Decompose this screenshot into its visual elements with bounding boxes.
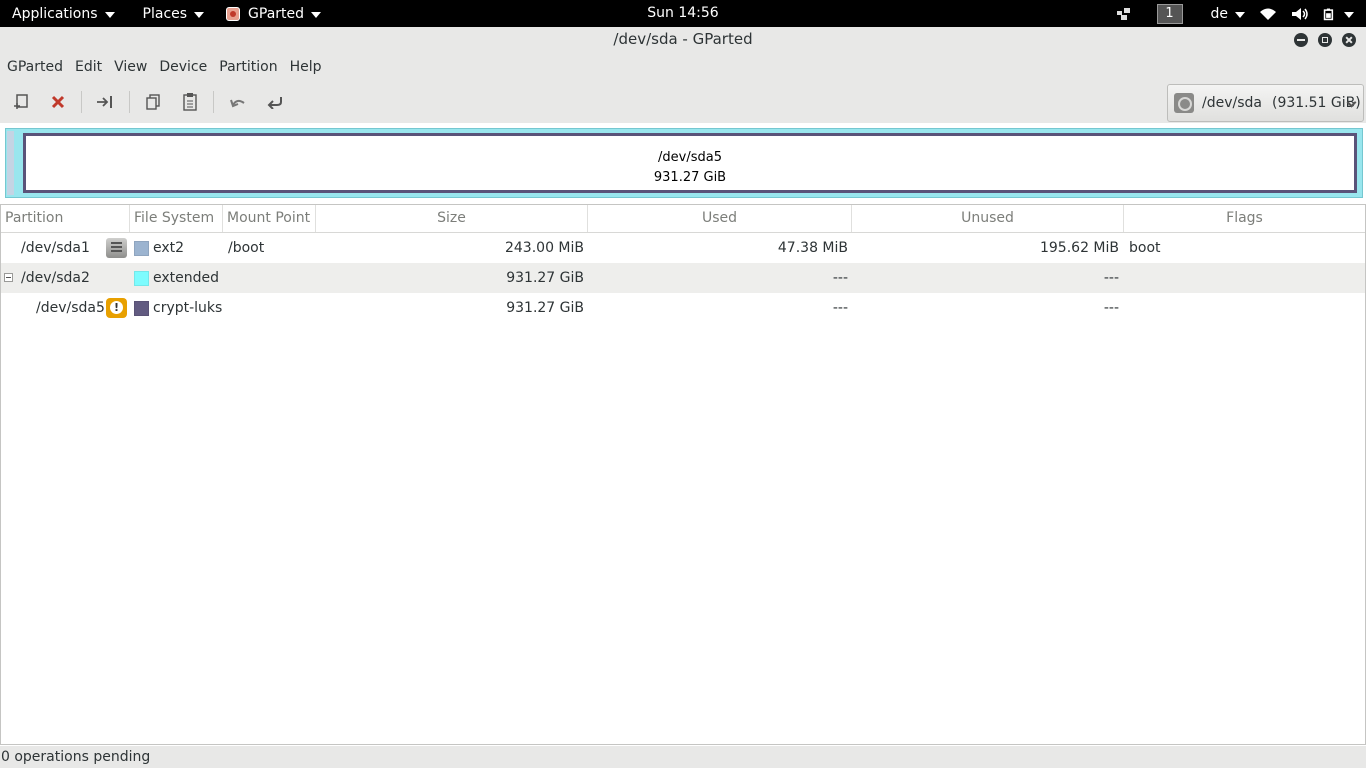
operations-pending-label: 0 operations pending	[1, 749, 151, 765]
table-row[interactable]: /dev/sda2 extended 931.27 GiB --- ---	[1, 263, 1365, 293]
resize-move-button[interactable]	[92, 89, 118, 115]
filesystem: crypt-luks	[153, 300, 223, 316]
system-tray: 1 de	[1115, 0, 1354, 27]
unallocated-segment[interactable]	[7, 131, 14, 195]
flags: boot	[1129, 240, 1161, 256]
gparted-app-icon	[226, 6, 241, 21]
size: 243.00 MiB	[504, 240, 584, 256]
device-name: /dev/sda	[1202, 95, 1262, 111]
close-button[interactable]	[1342, 33, 1356, 47]
delete-icon	[51, 95, 65, 109]
table-row[interactable]: /dev/sda5 crypt-luks 931.27 GiB --- ---	[1, 293, 1365, 323]
menubar: GParted Edit View Device Partition Help	[0, 53, 1366, 81]
column-header-used[interactable]: Used	[588, 205, 852, 232]
mount-point: /boot	[228, 240, 265, 256]
filesystem-color-swatch	[134, 241, 149, 256]
size: 931.27 GiB	[506, 270, 584, 286]
chevron-down-icon	[104, 11, 115, 18]
partition-block-size: 931.27 GiB	[653, 170, 727, 185]
chevron-down-icon	[194, 11, 205, 18]
table-header: Partition File System Mount Point Size U…	[1, 205, 1365, 233]
used: ---	[832, 270, 848, 286]
menu-device[interactable]: Device	[153, 53, 213, 81]
menu-view[interactable]: View	[108, 53, 153, 81]
device-selector[interactable]: /dev/sda (931.51 GiB)	[1167, 84, 1364, 122]
toolbar-separator	[81, 91, 82, 113]
partition-name: /dev/sda2	[21, 270, 90, 286]
unused: 195.62 MiB	[1039, 240, 1119, 256]
battery-icon	[1323, 8, 1334, 20]
resize-move-icon	[97, 96, 112, 108]
column-header-filesystem[interactable]: File System	[130, 205, 223, 232]
paste-button[interactable]	[177, 89, 203, 115]
toolbar: /dev/sda (931.51 GiB)	[0, 81, 1366, 123]
partition-name: /dev/sda5	[36, 300, 105, 316]
filesystem-color-swatch	[134, 271, 149, 286]
chevron-down-icon	[1235, 11, 1245, 18]
new-partition-button[interactable]	[8, 89, 34, 115]
app-menu[interactable]: GParted	[220, 0, 327, 27]
network-applet-icon[interactable]	[1115, 7, 1133, 21]
toolbar-separator	[129, 91, 130, 113]
places-menu[interactable]: Places	[137, 0, 211, 27]
chevron-down-icon	[311, 11, 322, 18]
new-partition-icon	[14, 94, 28, 109]
size: 931.27 GiB	[506, 300, 584, 316]
menu-help[interactable]: Help	[284, 53, 328, 81]
column-header-unused[interactable]: Unused	[852, 205, 1124, 232]
undo-button[interactable]	[225, 89, 251, 115]
mounted-icon	[106, 238, 127, 258]
copy-icon	[146, 94, 160, 110]
maximize-button[interactable]	[1318, 33, 1332, 47]
top-panel: Applications Places GParted Sun 14:56 1 …	[0, 0, 1366, 27]
menu-edit[interactable]: Edit	[69, 53, 108, 81]
places-label: Places	[142, 5, 188, 22]
column-header-partition[interactable]: Partition	[1, 205, 130, 232]
disk-graphic: /dev/sda5 931.27 GiB	[5, 128, 1363, 198]
apply-button[interactable]	[262, 89, 288, 115]
workspace-indicator[interactable]: 1	[1156, 3, 1183, 24]
filesystem: extended	[153, 270, 220, 286]
clock[interactable]: Sun 14:56	[647, 5, 718, 21]
used: ---	[832, 300, 848, 316]
partition-table: Partition File System Mount Point Size U…	[0, 204, 1366, 745]
volume-icon[interactable]	[1291, 7, 1309, 21]
menu-partition[interactable]: Partition	[213, 53, 283, 81]
table-row[interactable]: /dev/sda1 ext2 /boot 243.00 MiB 47.38 Mi…	[1, 233, 1365, 263]
undo-icon	[230, 99, 245, 108]
paste-icon	[183, 93, 197, 111]
window-title: /dev/sda - GParted	[613, 30, 753, 48]
filesystem: ext2	[153, 240, 185, 256]
minimize-button[interactable]	[1294, 33, 1308, 47]
menu-gparted[interactable]: GParted	[1, 53, 69, 81]
window-titlebar[interactable]: /dev/sda - GParted	[0, 27, 1366, 53]
keyboard-layout-menu[interactable]: de	[1210, 0, 1245, 27]
copy-button[interactable]	[140, 89, 166, 115]
harddisk-icon	[1174, 93, 1194, 113]
app-menu-label: GParted	[248, 5, 305, 22]
applications-menu[interactable]: Applications	[0, 0, 121, 27]
unused: ---	[1103, 300, 1119, 316]
filesystem-color-swatch	[134, 301, 149, 316]
applications-label: Applications	[12, 5, 98, 22]
collapse-expander-icon[interactable]	[4, 273, 13, 282]
wifi-icon[interactable]	[1259, 7, 1277, 21]
toolbar-separator	[213, 91, 214, 113]
used: 47.38 MiB	[777, 240, 848, 256]
partition-name: /dev/sda1	[21, 240, 90, 256]
column-header-flags[interactable]: Flags	[1124, 205, 1365, 232]
system-menu[interactable]	[1323, 0, 1354, 27]
chevron-down-icon	[1344, 11, 1354, 18]
delete-partition-button[interactable]	[45, 89, 71, 115]
keyboard-layout-label: de	[1210, 5, 1229, 22]
column-header-size[interactable]: Size	[316, 205, 588, 232]
partition-block-name: /dev/sda5	[658, 150, 722, 165]
apply-icon	[267, 97, 282, 109]
warning-icon	[106, 298, 127, 318]
status-bar: 0 operations pending	[0, 746, 1366, 768]
unused: ---	[1103, 270, 1119, 286]
column-header-mountpoint[interactable]: Mount Point	[223, 205, 316, 232]
partition-block-sda5[interactable]: /dev/sda5 931.27 GiB	[23, 133, 1357, 193]
